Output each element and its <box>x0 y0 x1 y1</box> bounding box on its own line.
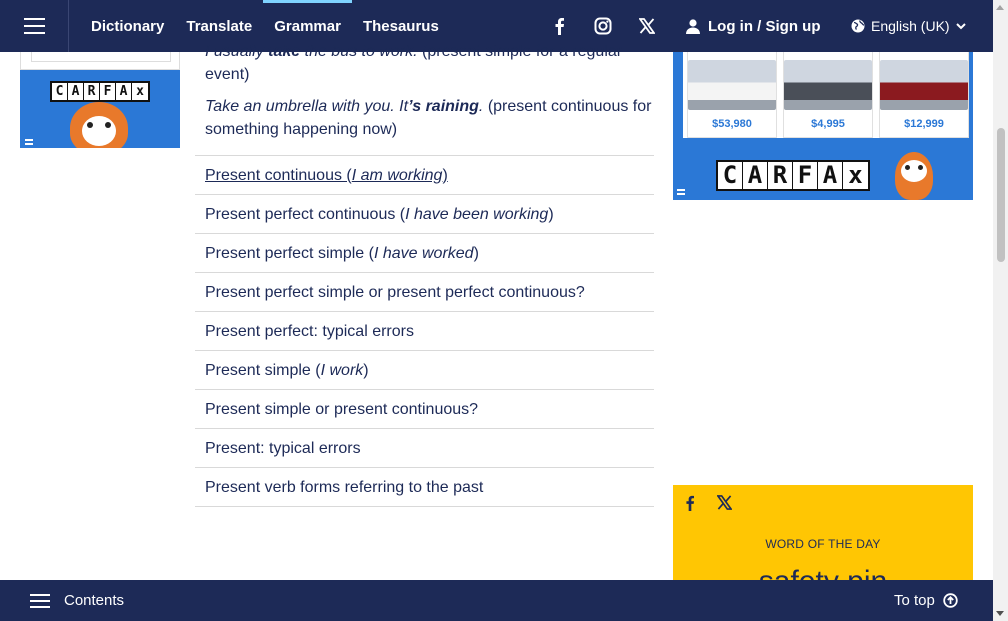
car-price: $12,999 <box>904 118 944 130</box>
bottom-bar: Contents To top <box>0 580 993 621</box>
language-label: English (UK) <box>871 18 950 34</box>
related-topic-link[interactable]: Present perfect: typical errors <box>195 312 654 351</box>
related-topics-list: Present continuous (I am working) Present… <box>195 155 654 507</box>
x-icon[interactable] <box>717 495 732 510</box>
related-topic-link[interactable]: Present: typical errors <box>195 429 654 468</box>
example-text: ’s raining <box>408 98 479 115</box>
related-topic-label: Present: typical errors <box>205 440 361 457</box>
carfax-logo: CARFAx <box>50 81 150 102</box>
logo-letter: A <box>743 162 768 189</box>
wotd-share <box>685 495 732 511</box>
nav-dictionary[interactable]: Dictionary <box>80 0 175 52</box>
related-topic-link[interactable]: Present perfect simple or present perfec… <box>195 273 654 312</box>
related-topic-label: Present perfect simple or present perfec… <box>205 284 585 301</box>
example-sentence: I usually take the bus to work. (present… <box>195 40 654 86</box>
car-image <box>880 60 968 110</box>
car-price: $4,995 <box>811 118 845 130</box>
fox-mascot-image <box>70 102 128 148</box>
related-topic-label: Present verb forms referring to the past <box>205 479 484 496</box>
chevron-down-icon <box>955 22 966 29</box>
logo-letter: A <box>116 83 132 100</box>
user-icon <box>686 18 700 34</box>
related-topic-label: Present perfect simple (I have worked) <box>205 245 479 262</box>
menu-icon <box>23 18 45 20</box>
related-topic-link[interactable]: Present perfect simple (I have worked) <box>195 234 654 273</box>
car-image <box>784 60 872 110</box>
example-text: I usually <box>205 43 269 60</box>
wotd-label: WORD OF THE DAY <box>765 537 881 551</box>
related-topic-label: Present simple (I work) <box>205 362 369 379</box>
logo-letter: A <box>68 83 84 100</box>
ad-choices-icon[interactable] <box>677 189 685 195</box>
related-topic-link[interactable]: Present perfect continuous (I have been … <box>195 195 654 234</box>
login-label: Log in / Sign up <box>708 17 821 35</box>
facebook-icon[interactable] <box>685 495 695 511</box>
example-sentence: Take an umbrella with you. It’s raining.… <box>195 95 654 141</box>
logo-letter: C <box>718 162 743 189</box>
logo-letter: R <box>768 162 793 189</box>
example-text: the bus to work. <box>300 43 418 60</box>
carfax-logo: CARFAx <box>716 160 870 191</box>
logo-letter: A <box>818 162 843 189</box>
scrollbar-thumb[interactable] <box>997 128 1005 262</box>
related-topic-link[interactable]: Present simple or present continuous? <box>195 390 654 429</box>
car-listing[interactable]: $12,999 <box>879 52 969 138</box>
example-text: take <box>268 43 301 60</box>
main-content: I usually take the bus to work. (present… <box>195 40 654 507</box>
left-advertisement[interactable]: CARFAx <box>20 52 180 148</box>
facebook-icon[interactable] <box>548 15 570 37</box>
related-topic-label: Present simple or present continuous? <box>205 401 479 418</box>
car-listing[interactable]: $4,995 <box>783 52 873 138</box>
scroll-down-arrow-icon[interactable] <box>996 611 1004 616</box>
to-top-label: To top <box>894 592 935 609</box>
language-selector[interactable]: English (UK) <box>851 0 966 52</box>
logo-letter: R <box>84 83 100 100</box>
logo-letter: x <box>136 84 144 99</box>
fox-mascot-image <box>895 152 933 200</box>
scrollbar[interactable] <box>993 0 1008 621</box>
car-listing[interactable]: $53,980 <box>687 52 777 138</box>
menu-button[interactable] <box>0 0 69 52</box>
ad-choices-icon[interactable] <box>25 139 33 145</box>
word-of-the-day: WORD OF THE DAY safety pin <box>673 485 973 585</box>
scroll-up-arrow-icon[interactable] <box>996 5 1004 10</box>
logo-letter: C <box>52 83 68 100</box>
login-link[interactable]: Log in / Sign up <box>686 0 820 52</box>
menu-icon <box>30 593 50 608</box>
car-price: $53,980 <box>712 118 752 130</box>
related-topic-link[interactable]: Present verb forms referring to the past <box>195 468 654 507</box>
contents-button[interactable]: Contents <box>30 580 124 621</box>
x-icon[interactable] <box>636 15 658 37</box>
contents-label: Contents <box>64 592 125 609</box>
related-topic-label: Present perfect: typical errors <box>205 323 414 340</box>
example-text: Take an umbrella with you. It <box>205 98 409 115</box>
logo-letter: x <box>848 161 863 189</box>
car-listings: $53,980 $4,995 $12,999 <box>683 52 969 138</box>
right-advertisement[interactable]: $53,980 $4,995 $12,999 CARFAx <box>673 52 973 200</box>
logo-letter: F <box>100 83 116 100</box>
related-topic-label: Present continuous (I am working) <box>205 167 448 184</box>
car-image <box>688 60 776 110</box>
to-top-button[interactable]: To top <box>894 580 958 621</box>
related-topic-link[interactable]: Present continuous (I am working) <box>195 156 654 195</box>
related-topic-label: Present perfect continuous (I have been … <box>205 206 554 223</box>
arrow-up-circle-icon <box>943 593 958 608</box>
logo-letter: F <box>793 162 818 189</box>
related-topic-link[interactable]: Present simple (I work) <box>195 351 654 390</box>
instagram-icon[interactable] <box>592 15 614 37</box>
globe-icon <box>851 19 865 33</box>
